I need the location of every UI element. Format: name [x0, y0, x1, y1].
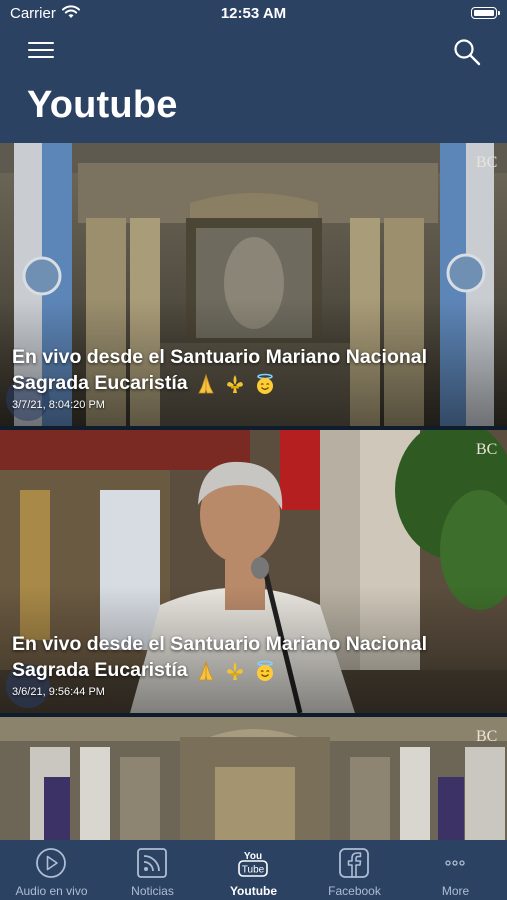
tab-label: Youtube	[229, 884, 278, 898]
video-title-text: En vivo desde el Santuario Mariano Nacio…	[12, 633, 428, 681]
video-title-text: En vivo desde el Santuario Mariano Nacio…	[12, 346, 428, 394]
tab-audio-en-vivo[interactable]: Audio en vivo	[1, 840, 102, 900]
tab-noticias[interactable]: Noticias	[102, 840, 203, 900]
video-card[interactable]: BC En vivo desde el Santuario Mariano Na…	[0, 430, 507, 713]
smiling-face-with-halo-emoji-icon	[256, 373, 273, 394]
video-title: En vivo desde el Santuario Mariano Nacio…	[12, 344, 502, 396]
battery-icon	[471, 7, 500, 19]
tab-label: Facebook	[328, 884, 381, 898]
menu-button[interactable]	[28, 42, 54, 62]
praying-hands-emoji-icon	[198, 373, 214, 394]
facebook-icon	[339, 848, 369, 878]
tab-more[interactable]: More	[405, 840, 506, 900]
clock: 12:53 AM	[220, 5, 287, 22]
video-date: 3/6/21, 9:56:44 PM	[12, 686, 105, 698]
watermark-logo: BC	[476, 728, 497, 745]
video-title: En vivo desde el Santuario Mariano Nacio…	[12, 631, 502, 683]
video-thumbnail: BC	[0, 717, 507, 840]
video-card[interactable]: BC	[0, 717, 507, 840]
praying-hands-emoji-icon	[198, 660, 214, 681]
header: Carrier 12:53 AM Youtube	[0, 0, 507, 143]
more-icon	[445, 860, 465, 866]
hamburger-line-icon	[28, 56, 54, 58]
video-feed[interactable]: BC En vivo desde el Santuario Mariano Na…	[0, 143, 507, 840]
hamburger-line-icon	[28, 42, 54, 44]
video-date: 3/7/21, 8:04:20 PM	[12, 399, 105, 411]
fleur-de-lis-emoji-icon	[227, 661, 244, 680]
page-title: Youtube	[27, 84, 178, 126]
tab-label: More	[441, 884, 470, 898]
smiling-face-with-halo-emoji-icon	[256, 660, 273, 681]
status-bar: Carrier 12:53 AM	[0, 0, 507, 30]
search-icon[interactable]	[453, 38, 481, 66]
watermark-logo: BC	[476, 441, 497, 458]
svg-text:Tube: Tube	[242, 865, 265, 876]
tab-facebook[interactable]: Facebook	[304, 840, 405, 900]
video-card[interactable]: BC En vivo desde el Santuario Mariano Na…	[0, 143, 507, 426]
tab-label: Noticias	[131, 884, 174, 898]
rss-icon	[137, 848, 167, 878]
play-circle-icon	[36, 848, 66, 878]
tab-youtube[interactable]: You Tube Youtube	[203, 840, 304, 900]
watermark-logo: BC	[476, 154, 497, 171]
fleur-de-lis-emoji-icon	[227, 374, 244, 393]
youtube-icon: You Tube	[238, 851, 268, 877]
tab-bar: Audio en vivo Noticias You Tube Youtube …	[0, 840, 507, 900]
tab-label: Audio en vivo	[15, 884, 88, 898]
hamburger-line-icon	[28, 49, 54, 51]
